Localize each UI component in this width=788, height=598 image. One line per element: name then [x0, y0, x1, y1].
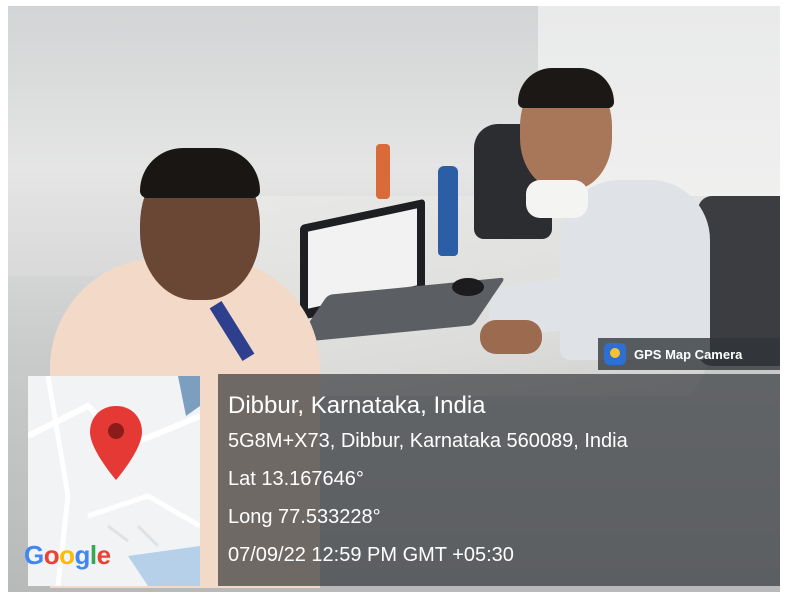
gps-map-camera-badge: GPS Map Camera [598, 338, 780, 370]
water-bottle [438, 166, 458, 256]
location-title: Dibbur, Karnataka, India [228, 392, 486, 419]
spray-can [376, 144, 390, 199]
computer-mouse [452, 278, 484, 296]
latitude-text: Lat 13.167646° [228, 468, 364, 490]
location-address: 5G8M+X73, Dibbur, Karnataka 560089, Indi… [228, 430, 628, 452]
timestamp-text: 07/09/22 12:59 PM GMT +05:30 [228, 544, 514, 566]
person-right-mask [526, 180, 588, 218]
person-left-hair [140, 148, 260, 198]
person-right-hair [518, 68, 614, 108]
gps-map-camera-icon [604, 343, 626, 365]
longitude-text: Long 77.533228° [228, 506, 381, 528]
person-right-hand [480, 320, 542, 354]
google-logo: Google [24, 540, 111, 570]
badge-label: GPS Map Camera [634, 346, 743, 362]
